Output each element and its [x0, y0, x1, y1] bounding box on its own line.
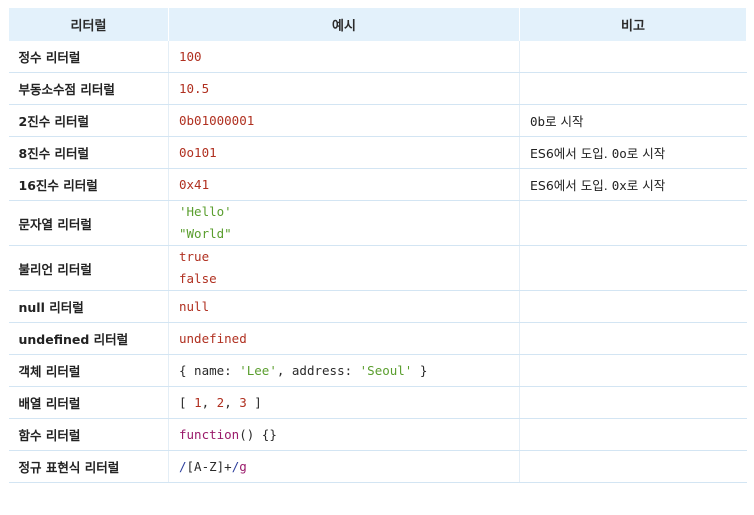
literal-example: undefined — [168, 322, 520, 355]
literal-example: [ 1, 2, 3 ] — [168, 386, 520, 419]
note-prefix: ES6에서 도입. — [530, 178, 612, 193]
literal-note — [519, 41, 747, 73]
code-token: { name: — [179, 363, 240, 378]
code-token: / — [179, 459, 187, 474]
literal-note — [519, 200, 747, 246]
literal-example: 'Hello' "World" — [168, 200, 520, 246]
note-code: 0o — [611, 146, 627, 161]
literal-example: 0x41 — [168, 168, 520, 201]
literal-name: 8진수 리터럴 — [8, 136, 169, 169]
literal-example: 100 — [168, 41, 520, 73]
note-text: 로 시작 — [626, 178, 666, 193]
code-token: ] — [246, 395, 262, 410]
literal-name: 부동소수점 리터럴 — [8, 72, 169, 105]
literal-example: { name: 'Lee', address: 'Seoul' } — [168, 354, 520, 387]
literal-name: null 리터럴 — [8, 290, 169, 323]
literal-name: 불리언 리터럴 — [8, 245, 169, 291]
code-token: function — [179, 427, 240, 442]
table-row: 객체 리터럴 { name: 'Lee', address: 'Seoul' } — [8, 354, 747, 387]
literal-note — [519, 354, 747, 387]
table-row: undefined 리터럴 undefined — [8, 322, 747, 355]
literal-example: null — [168, 290, 520, 323]
code-token: 'Lee' — [239, 363, 277, 378]
literal-name: 2진수 리터럴 — [8, 104, 169, 137]
note-prefix: ES6에서 도입. — [530, 146, 612, 161]
table-header-row: 리터럴 예시 비고 — [8, 8, 747, 41]
note-code: 0b — [530, 114, 546, 129]
code-token: 'Seoul' — [359, 363, 413, 378]
literal-note: ES6에서 도입. 0x로 시작 — [519, 168, 747, 201]
code-token: 3 — [239, 395, 247, 410]
literal-example: function() {} — [168, 418, 520, 451]
header-literal: 리터럴 — [8, 8, 169, 41]
literal-note — [519, 450, 747, 483]
header-note: 비고 — [519, 8, 747, 41]
code-token: , — [201, 395, 217, 410]
code-token: () {} — [239, 427, 277, 442]
table-row: 정수 리터럴 100 — [8, 41, 747, 73]
string-line: 'Hello' — [179, 204, 232, 219]
table-row: null 리터럴 null — [8, 290, 747, 323]
table-row: 함수 리터럴 function() {} — [8, 418, 747, 451]
table-row: 부동소수점 리터럴 10.5 — [8, 72, 747, 105]
literal-note — [519, 290, 747, 323]
literal-name: 정규 표현식 리터럴 — [8, 450, 169, 483]
literal-name: 배열 리터럴 — [8, 386, 169, 419]
literal-name: 정수 리터럴 — [8, 41, 169, 73]
literal-example: /[A-Z]+/g — [168, 450, 520, 483]
literal-name: 문자열 리터럴 — [8, 200, 169, 246]
literal-name: 객체 리터럴 — [8, 354, 169, 387]
literal-example: 0b01000001 — [168, 104, 520, 137]
header-example: 예시 — [168, 8, 520, 41]
boolean-line: false — [179, 271, 217, 286]
table-row: 문자열 리터럴 'Hello' "World" — [8, 200, 747, 246]
code-token: [A-Z]+ — [186, 459, 232, 474]
literal-name: 16진수 리터럴 — [8, 168, 169, 201]
literal-example: true false — [168, 245, 520, 291]
literal-name: undefined 리터럴 — [8, 322, 169, 355]
literal-note — [519, 386, 747, 419]
code-token: , address: — [276, 363, 360, 378]
table-row: 16진수 리터럴 0x41 ES6에서 도입. 0x로 시작 — [8, 168, 747, 201]
code-token: , — [224, 395, 240, 410]
literal-name: 함수 리터럴 — [8, 418, 169, 451]
table-row: 8진수 리터럴 0o101 ES6에서 도입. 0o로 시작 — [8, 136, 747, 169]
boolean-line: true — [179, 249, 210, 264]
table-row: 2진수 리터럴 0b01000001 0b로 시작 — [8, 104, 747, 137]
literal-note: 0b로 시작 — [519, 104, 747, 137]
literal-example: 10.5 — [168, 72, 520, 105]
literal-note — [519, 72, 747, 105]
table-row: 불리언 리터럴 true false — [8, 245, 747, 291]
code-token: [ — [179, 395, 195, 410]
literal-note — [519, 322, 747, 355]
literal-note: ES6에서 도입. 0o로 시작 — [519, 136, 747, 169]
literal-note — [519, 418, 747, 451]
literal-note — [519, 245, 747, 291]
note-code: 0x — [611, 178, 627, 193]
code-token: } — [412, 363, 428, 378]
note-text: 로 시작 — [545, 114, 584, 129]
table-row: 정규 표현식 리터럴 /[A-Z]+/g — [8, 450, 747, 483]
literal-table: 리터럴 예시 비고 정수 리터럴 100 부동소수점 리터럴 10.5 2진수 … — [8, 8, 747, 483]
table-row: 배열 리터럴 [ 1, 2, 3 ] — [8, 386, 747, 419]
code-token: 1 — [194, 395, 202, 410]
literal-example: 0o101 — [168, 136, 520, 169]
string-line: "World" — [179, 226, 232, 241]
code-token: g — [239, 459, 247, 474]
note-text: 로 시작 — [626, 146, 666, 161]
